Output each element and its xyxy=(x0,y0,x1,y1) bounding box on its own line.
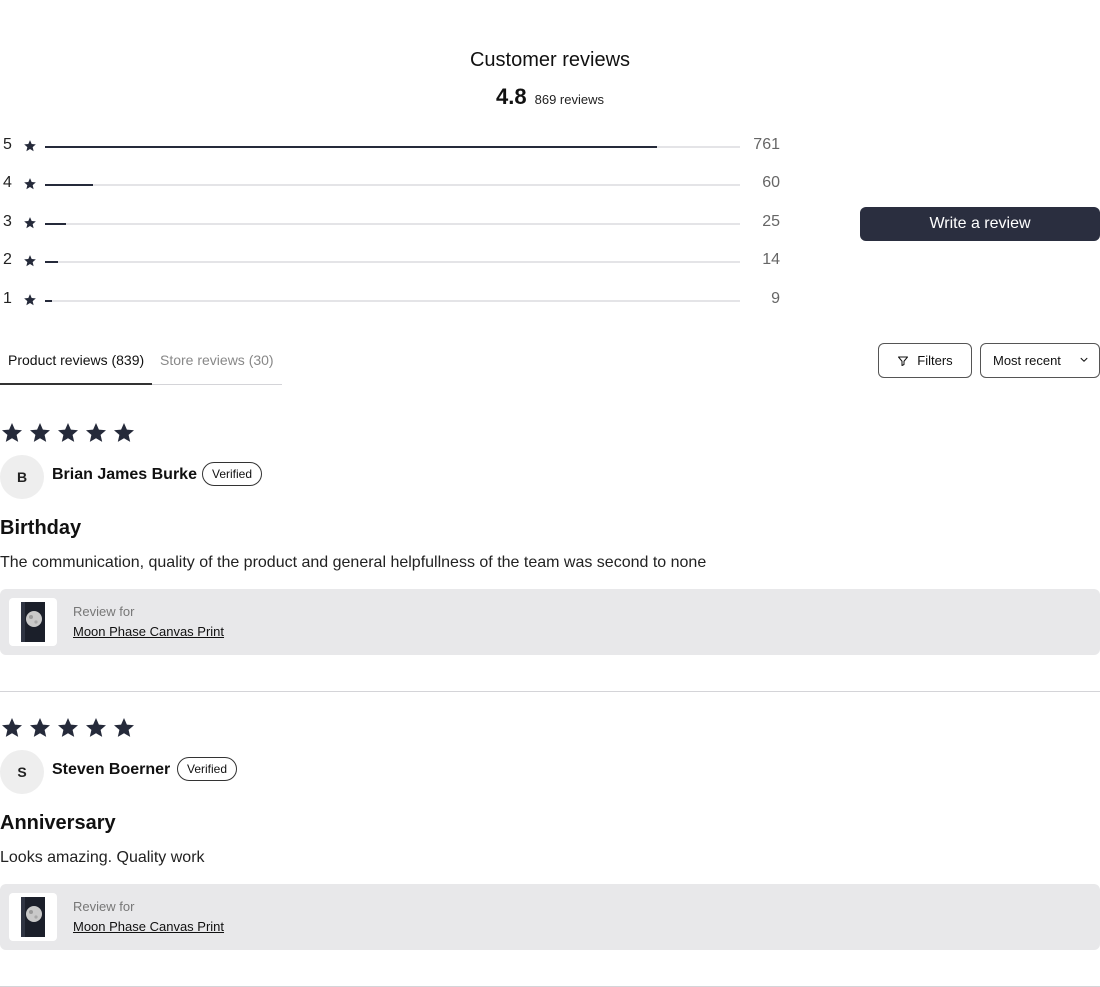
product-link[interactable]: Moon Phase Canvas Print xyxy=(73,919,224,934)
avatar: S xyxy=(0,750,44,794)
review-author: Steven Boerner xyxy=(52,761,171,778)
histogram-row-5[interactable]: 5 761 xyxy=(0,127,790,165)
histogram-count: 25 xyxy=(762,213,780,230)
tab-store-reviews[interactable]: Store reviews (30) xyxy=(160,352,274,368)
reviewed-product-card: Review for Moon Phase Canvas Print xyxy=(0,589,1100,655)
histogram-bar-fill xyxy=(45,184,93,186)
histogram-row-1[interactable]: 1 9 xyxy=(0,281,790,319)
star-icon xyxy=(30,718,50,737)
histogram-bar-track xyxy=(45,223,740,225)
histogram-stars-label: 2 xyxy=(3,251,12,268)
star-icon xyxy=(86,718,106,737)
product-thumbnail[interactable] xyxy=(9,598,57,646)
star-icon xyxy=(114,423,134,442)
histogram-stars-label: 4 xyxy=(3,174,12,191)
histogram-count: 14 xyxy=(762,251,780,268)
histogram-stars-label: 5 xyxy=(3,136,12,153)
review-rating xyxy=(0,421,136,445)
write-review-button[interactable]: Write a review xyxy=(860,207,1100,241)
histogram-bar-fill xyxy=(45,261,59,263)
star-icon xyxy=(86,423,106,442)
review-for-label: Review for xyxy=(73,899,135,914)
verified-badge: Verified xyxy=(177,757,238,781)
review-body: The communication, quality of the produc… xyxy=(0,554,707,571)
sort-select[interactable]: Most recent xyxy=(980,343,1100,378)
review-title: Anniversary xyxy=(0,812,116,834)
page-title: Customer reviews xyxy=(469,49,631,71)
moon-canvas-thumbnail xyxy=(21,897,45,937)
star-icon xyxy=(24,294,36,306)
histogram-bar-fill xyxy=(45,146,657,148)
reviewed-product-card: Review for Moon Phase Canvas Print xyxy=(0,884,1100,950)
review-for-label: Review for xyxy=(73,604,135,619)
star-icon xyxy=(2,423,22,442)
histogram-row-2[interactable]: 2 14 xyxy=(0,242,790,280)
histogram-row-4[interactable]: 4 60 xyxy=(0,165,790,203)
histogram-bar-fill xyxy=(45,223,66,225)
filters-label: Filters xyxy=(917,353,953,368)
avatar: B xyxy=(0,455,44,499)
histogram-row-3[interactable]: 3 25 xyxy=(0,204,790,242)
tab-product-reviews[interactable]: Product reviews (839) xyxy=(8,352,144,368)
review-body: Looks amazing. Quality work xyxy=(0,849,205,866)
star-icon xyxy=(2,718,22,737)
star-icon xyxy=(24,255,36,267)
histogram-bar-track xyxy=(45,146,740,148)
average-rating: 4.8 xyxy=(496,84,527,109)
filters-button[interactable]: Filters xyxy=(878,343,972,378)
rating-summary: 4.8 869 reviews xyxy=(0,84,1100,110)
product-link[interactable]: Moon Phase Canvas Print xyxy=(73,624,224,639)
review-title: Birthday xyxy=(0,517,82,539)
star-icon xyxy=(58,423,78,442)
product-thumbnail[interactable] xyxy=(9,893,57,941)
star-icon xyxy=(24,217,36,229)
review-tabs: Product reviews (839) Store reviews (30) xyxy=(0,338,282,385)
chevron-down-icon xyxy=(1080,357,1088,362)
histogram-bar-track xyxy=(45,300,740,302)
histogram-bar-track xyxy=(45,261,740,263)
star-icon xyxy=(24,178,36,190)
histogram-bar-track xyxy=(45,184,740,186)
histogram-stars-label: 3 xyxy=(3,213,12,230)
review-count: 869 reviews xyxy=(534,92,604,107)
histogram-stars-label: 1 xyxy=(3,290,12,307)
review-divider xyxy=(0,691,1100,692)
histogram-count: 60 xyxy=(762,174,780,191)
star-icon xyxy=(114,718,134,737)
active-tab-indicator xyxy=(0,383,152,385)
star-icon xyxy=(24,140,36,152)
verified-badge: Verified xyxy=(202,462,263,486)
star-icon xyxy=(58,718,78,737)
review-rating xyxy=(0,716,136,740)
histogram-bar-fill xyxy=(45,300,52,302)
filter-icon xyxy=(898,356,909,366)
review-author: Brian James Burke xyxy=(52,466,197,483)
histogram-count: 761 xyxy=(753,136,780,153)
star-icon xyxy=(30,423,50,442)
histogram-count: 9 xyxy=(771,290,780,307)
moon-canvas-thumbnail xyxy=(21,602,45,642)
sort-selected-value: Most recent xyxy=(993,353,1061,368)
